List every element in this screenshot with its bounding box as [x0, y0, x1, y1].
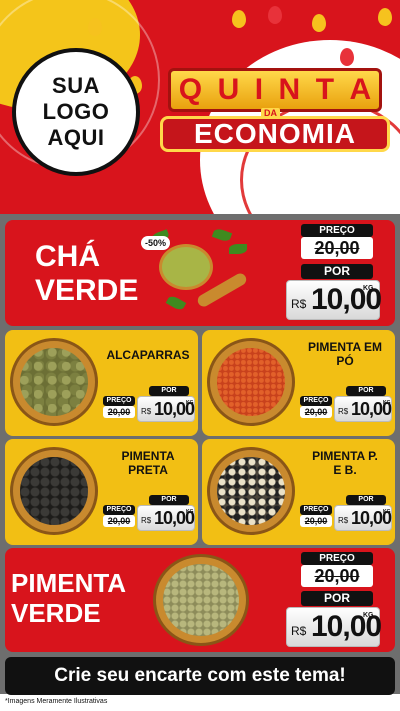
product-name: PIMENTA PRETA — [101, 449, 195, 477]
old-price: 20,00 — [103, 515, 135, 527]
por-label: POR — [346, 386, 386, 396]
product-card-cha-verde[interactable]: CHÁ VERDE -50% PREÇO 20,00 POR R$ 10,00 … — [5, 220, 395, 326]
old-price: 20,00 — [103, 406, 135, 418]
title-economia: ECONOMIA — [160, 116, 390, 152]
title-letter: I — [254, 73, 264, 106]
product-name-line: E B. — [333, 463, 357, 477]
balloon-icon — [232, 10, 246, 28]
por-label: POR — [149, 495, 189, 505]
product-image-pimenta-verde — [153, 554, 249, 646]
old-price: 20,00 — [301, 237, 373, 259]
product-name-line: PIMENTA EM — [308, 340, 382, 354]
title-letter: Q — [178, 73, 203, 106]
currency-symbol: R$ — [338, 407, 349, 416]
currency-symbol: R$ — [291, 297, 307, 311]
preco-label: PREÇO — [301, 552, 373, 565]
new-price: R$ 10,00 KG — [334, 505, 392, 531]
title-quinta: Q U I N T A — [168, 68, 382, 112]
title-letter: N — [278, 73, 301, 106]
por-label: POR — [149, 386, 189, 396]
product-card-pimenta-pb[interactable]: PIMENTA P. E B. PREÇO 20,00 POR R$ 10,00… — [202, 439, 395, 545]
product-name: CHÁ VERDE — [35, 240, 138, 308]
logo-placeholder: SUA LOGO AQUI — [12, 48, 140, 176]
logo-text: AQUI — [47, 125, 105, 150]
unit-label: KG — [383, 509, 391, 515]
product-name-line: PIMENTA — [121, 449, 175, 463]
cta-banner[interactable]: Crie seu encarte com este tema! — [5, 657, 395, 695]
discount-badge: -50% — [141, 236, 171, 250]
title-letter: A — [349, 73, 372, 106]
title-letter: T — [315, 73, 335, 106]
old-price: 20,00 — [300, 406, 332, 418]
product-card-pimenta-preta[interactable]: PIMENTA PRETA PREÇO 20,00 POR R$ 10,00 K… — [5, 439, 198, 545]
tea-powder-bowl — [159, 244, 213, 290]
unit-label: KG — [383, 400, 391, 406]
product-card-pimenta-verde[interactable]: PIMENTA VERDE PREÇO 20,00 POR R$ 10,00 K… — [5, 548, 395, 652]
por-label: POR — [301, 264, 373, 279]
product-image-pimenta-po — [207, 338, 295, 426]
product-card-pimenta-po[interactable]: PIMENTA EM PÓ PREÇO 20,00 POR R$ 10,00 K… — [202, 330, 395, 436]
por-label: POR — [346, 495, 386, 505]
product-name: PIMENTA EM PÓ — [298, 340, 392, 368]
new-price: R$ 10,00 KG — [286, 607, 382, 647]
currency-symbol: R$ — [141, 407, 152, 416]
unit-label: KG — [186, 400, 194, 406]
product-name: PIMENTA VERDE — [11, 568, 126, 628]
product-name-line: PIMENTA P. — [312, 449, 378, 463]
new-price: R$ 10,00 KG — [137, 396, 195, 422]
balloon-icon — [268, 6, 282, 24]
logo-text: LOGO — [42, 99, 110, 124]
product-name-line: PRETA — [128, 463, 168, 477]
balloon-icon — [312, 14, 326, 32]
unit-label: KG — [363, 285, 374, 292]
new-price: R$ 10,00 KG — [334, 396, 392, 422]
leaf-icon — [229, 244, 247, 254]
preco-label: PREÇO — [300, 396, 332, 406]
leaf-icon — [211, 227, 233, 243]
product-card-alcaparras[interactable]: ALCAPARRAS PREÇO 20,00 POR R$ 10,00 KG — [5, 330, 198, 436]
unit-label: KG — [363, 612, 374, 619]
product-name: PIMENTA P. E B. — [298, 449, 392, 477]
preco-label: PREÇO — [103, 396, 135, 406]
header-banner: SUA LOGO AQUI Q U I N T A DA ECONOMIA — [0, 0, 400, 214]
product-name-line: CHÁ — [35, 240, 100, 273]
logo-text: SUA — [52, 73, 100, 98]
currency-symbol: R$ — [338, 516, 349, 525]
por-label: POR — [301, 591, 373, 606]
title-letter: U — [217, 73, 240, 106]
product-name-line: VERDE — [35, 274, 139, 307]
product-name-line: PÓ — [336, 354, 354, 368]
preco-label: PREÇO — [300, 505, 332, 515]
balloon-icon — [88, 18, 102, 36]
balloon-icon — [378, 8, 392, 26]
product-image-pimenta-pb — [207, 447, 295, 535]
product-name-line: PIMENTA — [11, 568, 127, 598]
product-name: ALCAPARRAS — [101, 348, 195, 362]
preco-label: PREÇO — [103, 505, 135, 515]
product-name-line: VERDE — [11, 598, 101, 628]
product-image-alcaparras — [10, 338, 98, 426]
currency-symbol: R$ — [291, 624, 307, 638]
old-price: 20,00 — [301, 565, 373, 587]
currency-symbol: R$ — [141, 516, 152, 525]
unit-label: KG — [186, 509, 194, 515]
old-price: 20,00 — [300, 515, 332, 527]
disclaimer-text: *Imagens Meramente Ilustrativas — [5, 698, 108, 705]
campaign-title: Q U I N T A DA ECONOMIA — [160, 68, 390, 158]
new-price: R$ 10,00 KG — [137, 505, 195, 531]
new-price: R$ 10,00 KG — [286, 280, 382, 320]
leaf-icon — [165, 294, 187, 312]
product-name-line: ALCAPARRAS — [106, 348, 190, 362]
product-image-pimenta-preta — [10, 447, 98, 535]
preco-label: PREÇO — [301, 224, 373, 237]
balloon-icon — [340, 48, 354, 66]
